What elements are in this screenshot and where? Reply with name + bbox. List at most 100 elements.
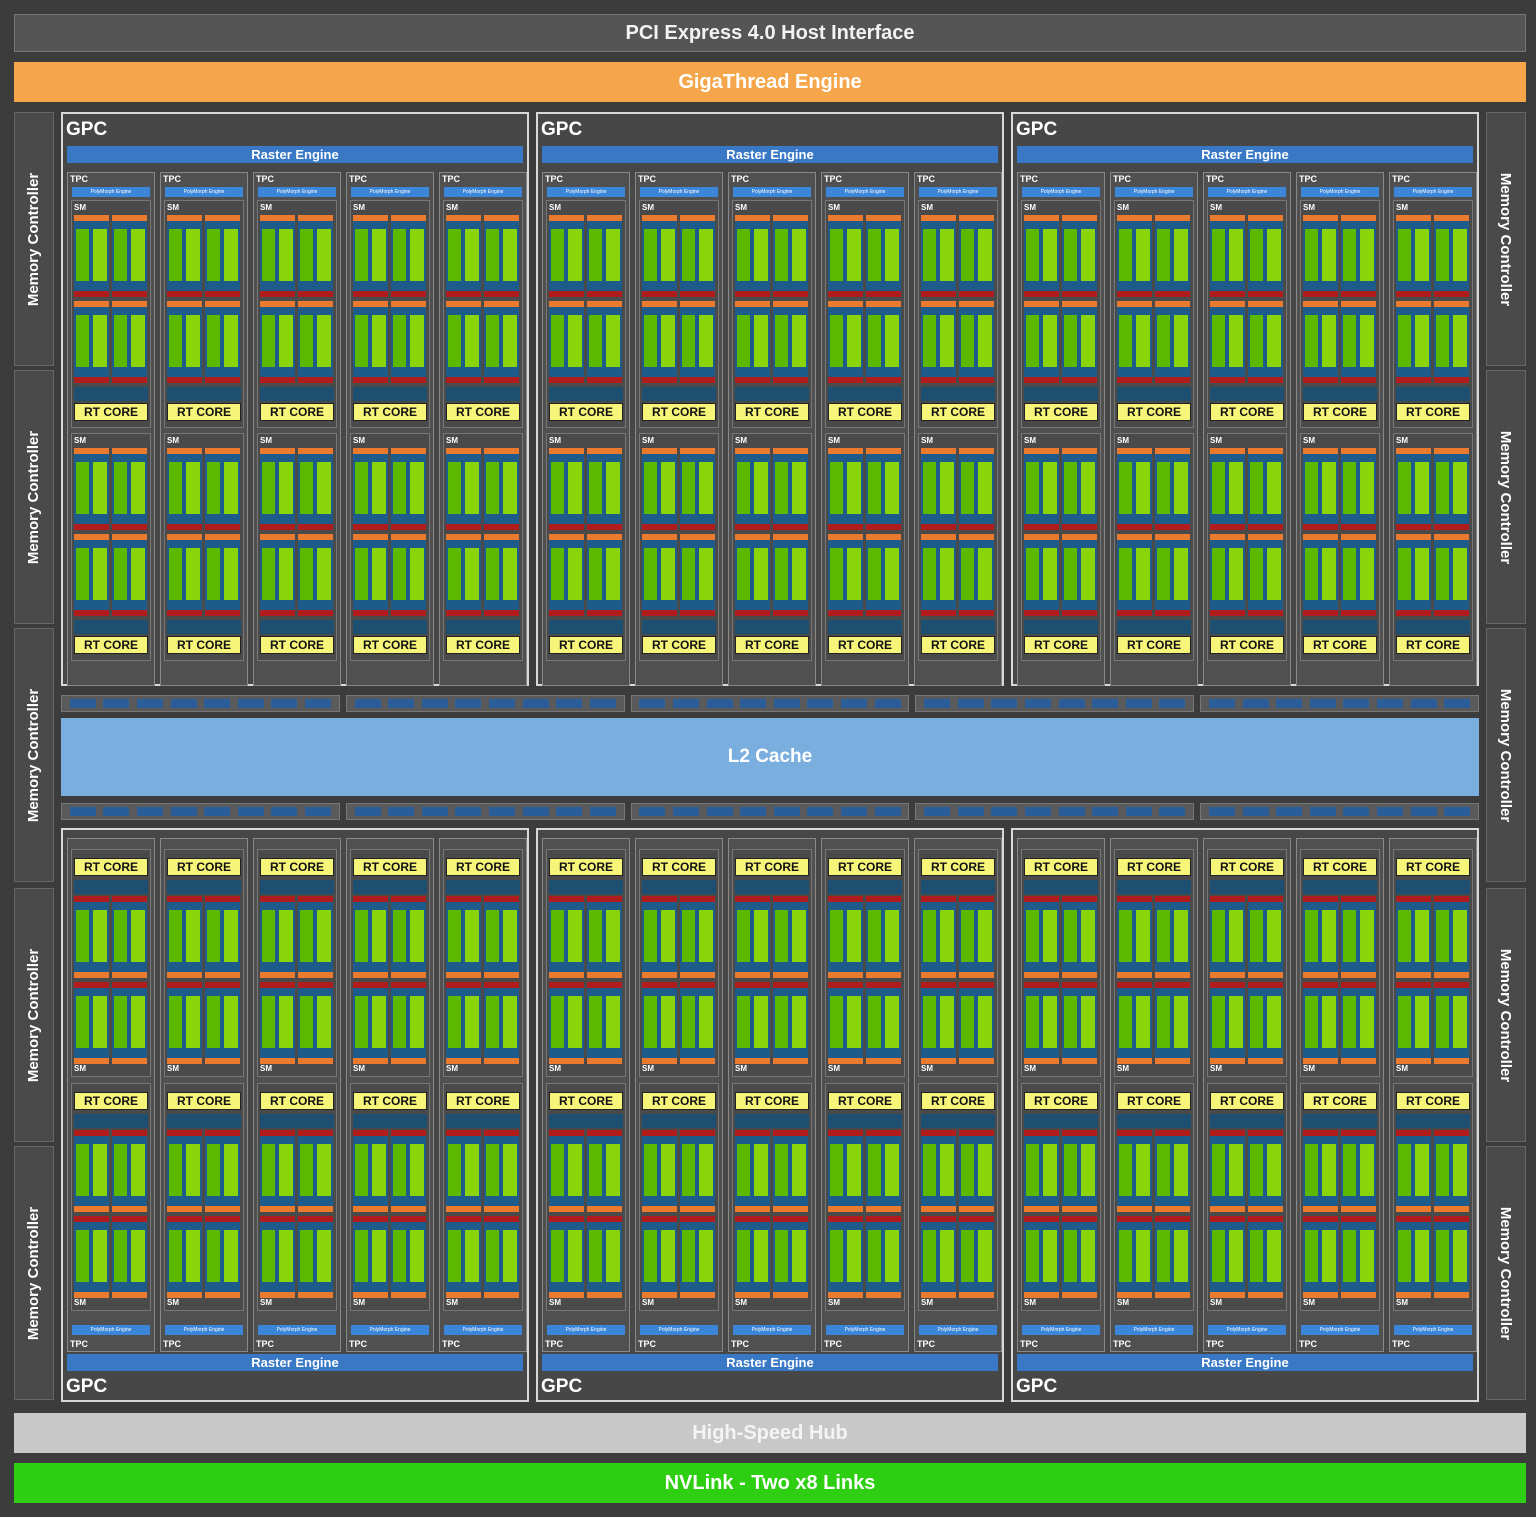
- fp32-int32-cores: [169, 315, 182, 367]
- register-file: [1024, 215, 1059, 221]
- load-store-unit: [921, 1130, 956, 1136]
- l2-slice: [589, 699, 616, 708]
- register-file: [1434, 534, 1469, 540]
- sm-label: SM: [1024, 1064, 1036, 1073]
- load-store-unit: [1024, 524, 1059, 530]
- sm-shared-memory: [353, 1114, 427, 1128]
- fp32-int32-cores: [1343, 1230, 1356, 1282]
- tensor-cores: [224, 1230, 238, 1282]
- fp32-int32-cores: [1212, 548, 1225, 600]
- tpc-label: TPC: [1299, 1339, 1317, 1349]
- register-file: [112, 301, 147, 307]
- register-file: [167, 1058, 202, 1064]
- register-file: [298, 972, 333, 978]
- tensor-cores: [1043, 1144, 1057, 1196]
- memory-controller-left-2: Memory Controller: [14, 370, 54, 624]
- load-store-unit: [112, 291, 147, 297]
- tensor-cores: [503, 1230, 517, 1282]
- l2-slice: [1125, 699, 1152, 708]
- load-store-unit: [446, 982, 481, 988]
- sm-block: SM RT CORE: [443, 1083, 523, 1311]
- tensor-cores: [606, 548, 620, 600]
- register-file: [587, 215, 622, 221]
- processing-block: [866, 534, 901, 616]
- load-store-unit: [642, 610, 677, 616]
- l2-slice-group: [345, 803, 625, 820]
- sm-shared-memory: [921, 1114, 995, 1128]
- register-file: [1434, 448, 1469, 454]
- l2-slice: [924, 699, 951, 708]
- load-store-unit: [773, 1216, 808, 1222]
- fp32-int32-cores: [1343, 910, 1356, 962]
- tensor-cores: [1415, 1230, 1429, 1282]
- load-store-unit: [1248, 896, 1283, 902]
- l2-slice: [388, 807, 415, 816]
- rt-core: RT CORE: [1210, 403, 1284, 421]
- processing-block: [773, 215, 808, 297]
- load-store-unit: [735, 377, 770, 383]
- register-file: [1248, 1058, 1283, 1064]
- processing-block: [353, 1216, 388, 1298]
- processing-block: [866, 1216, 901, 1298]
- register-file: [866, 534, 901, 540]
- register-file: [1210, 1058, 1245, 1064]
- register-file: [205, 1206, 240, 1212]
- tensor-cores: [93, 996, 107, 1048]
- fp32-int32-cores: [1343, 315, 1356, 367]
- register-file: [642, 1058, 677, 1064]
- register-file: [1396, 1292, 1431, 1298]
- fp32-int32-cores: [1398, 1230, 1411, 1282]
- load-store-unit: [298, 291, 333, 297]
- tensor-cores: [978, 1230, 992, 1282]
- load-store-unit: [205, 896, 240, 902]
- register-file: [260, 1292, 295, 1298]
- sm-block: SM RT CORE: [164, 1083, 244, 1311]
- tensor-cores: [661, 910, 675, 962]
- polymorph-engine: PolyMorph Engine: [444, 1325, 522, 1335]
- load-store-unit: [1210, 1130, 1245, 1136]
- load-store-unit: [167, 982, 202, 988]
- fp32-int32-cores: [355, 1144, 368, 1196]
- sm-block: SM RT CORE: [639, 433, 719, 661]
- tensor-cores: [1081, 229, 1095, 281]
- load-store-unit: [959, 524, 994, 530]
- tensor-cores: [1322, 996, 1336, 1048]
- rt-core: RT CORE: [735, 858, 809, 876]
- l2-slice: [1410, 699, 1437, 708]
- fp32-int32-cores: [448, 1230, 461, 1282]
- register-file: [260, 448, 295, 454]
- processing-block: [921, 448, 956, 530]
- register-file: [1024, 301, 1059, 307]
- tensor-cores: [186, 229, 200, 281]
- rt-core: RT CORE: [353, 858, 427, 876]
- rt-core: RT CORE: [1210, 1092, 1284, 1110]
- load-store-unit: [353, 291, 388, 297]
- processing-block: [298, 448, 333, 530]
- tensor-cores: [1081, 548, 1095, 600]
- sm-block: SM RT CORE: [1393, 1083, 1473, 1311]
- processing-block: [642, 301, 677, 383]
- processing-block: [1303, 301, 1338, 383]
- load-store-unit: [587, 982, 622, 988]
- fp32-int32-cores: [1398, 229, 1411, 281]
- processing-block: [959, 896, 994, 978]
- sm-block: SM RT CORE: [639, 1083, 719, 1311]
- fp32-int32-cores: [207, 229, 220, 281]
- register-file: [74, 448, 109, 454]
- load-store-unit: [642, 524, 677, 530]
- tensor-cores: [1136, 996, 1150, 1048]
- sm-shared-memory: [1210, 387, 1284, 401]
- register-file: [484, 215, 519, 221]
- load-store-unit: [1210, 610, 1245, 616]
- processing-block: [112, 896, 147, 978]
- sm-shared-memory: [1210, 880, 1284, 894]
- fp32-int32-cores: [589, 229, 602, 281]
- processing-block: [298, 534, 333, 616]
- processing-block: [959, 301, 994, 383]
- gpc-label: GPC: [1016, 119, 1058, 140]
- register-file: [1024, 534, 1059, 540]
- l2-slice: [991, 699, 1018, 708]
- processing-block: [1396, 215, 1431, 297]
- fp32-int32-cores: [1026, 1230, 1039, 1282]
- processing-block: [735, 1216, 770, 1298]
